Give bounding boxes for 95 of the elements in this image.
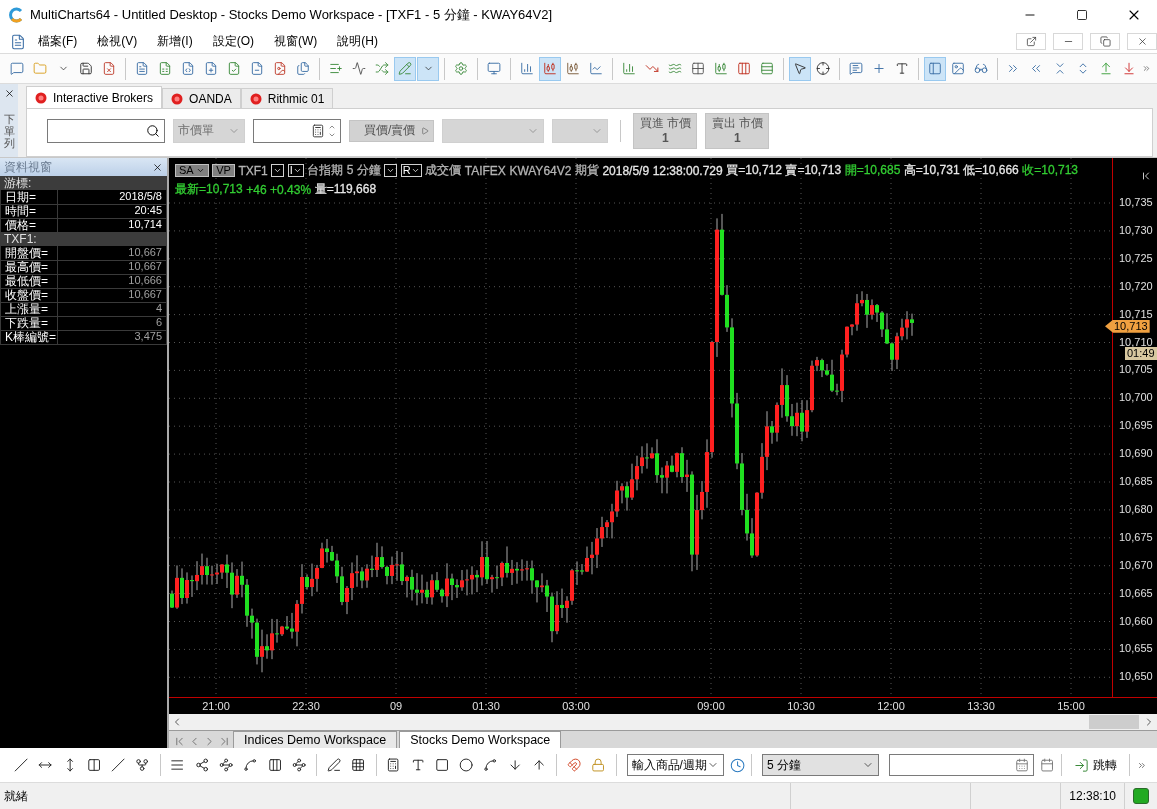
quote-text: 最新=10,713 <box>175 181 243 198</box>
field-label: 日期= <box>0 190 58 205</box>
chart-dropdown[interactable]: R <box>400 164 422 177</box>
quote-text: 台指期 <box>307 162 344 179</box>
price-label: 10,705 <box>1119 363 1153 376</box>
field-label: 最高價= <box>0 260 58 275</box>
broker-tab[interactable]: Rithmic 01 <box>240 88 334 108</box>
order-button[interactable]: 買進 市價 1 <box>633 112 698 149</box>
menu-item[interactable]: 視窗(W) <box>266 31 326 52</box>
section-header: TXF1: <box>0 232 167 246</box>
countdown-tag: 01:49 <box>1125 346 1157 360</box>
field-label: 開盤價= <box>0 246 58 261</box>
time-label: 13:30 <box>967 700 995 712</box>
quote-text: 5 分鐘 <box>346 162 381 179</box>
order-button[interactable]: 賣出 市價 1 <box>705 112 770 149</box>
quote-text: TAIFEX <box>464 163 506 178</box>
section-header: 游標: <box>0 176 167 190</box>
symbol-combo[interactable]: 輸入商品/週期 <box>626 754 724 776</box>
price-label: 10,685 <box>1119 475 1153 487</box>
menu-item[interactable]: 檔案(F) <box>30 31 86 52</box>
time-label: 09:00 <box>697 700 725 712</box>
interval-combo[interactable]: 5 分鐘 <box>761 754 879 776</box>
price-label: 10,725 <box>1119 251 1153 264</box>
quote-text: +46 <box>246 182 267 197</box>
window-title: MultiCharts64 - Untitled Desktop - Stocks Demo Workspace - [TXF1 - 5 分鐘 - KWAY64V2] <box>30 6 554 24</box>
field-value: 6 <box>58 316 167 331</box>
field-value: 2018/5/8 <box>58 190 167 205</box>
price-source-button[interactable]: 買價/賣價 <box>349 119 435 142</box>
price-label: 10,675 <box>1119 530 1153 543</box>
workspace-tab[interactable]: Stocks Demo Workspace <box>399 731 562 748</box>
status-time: 12:38:10 <box>1069 789 1116 803</box>
field-label: K棒編號= <box>0 330 58 345</box>
time-label: 03:00 <box>562 700 590 712</box>
menu-item[interactable]: 新增(I) <box>149 31 201 52</box>
price-label: 10,680 <box>1119 502 1153 515</box>
study-button[interactable]: VP <box>212 164 235 177</box>
field-value: 10,667 <box>58 260 167 275</box>
field-label: 收盤價= <box>0 288 58 303</box>
quote-text: 成交價 <box>425 162 462 179</box>
price-label: 10,710 <box>1119 335 1153 348</box>
quote-text: 期貨 <box>574 162 599 179</box>
menu-item[interactable]: 設定(O) <box>204 31 262 52</box>
price-label: 10,650 <box>1119 670 1153 683</box>
panel-title: 資料視窗 <box>4 158 52 176</box>
time-label: 22:30 <box>292 700 320 712</box>
time-label: 21:00 <box>202 700 230 712</box>
jump-button[interactable]: 跳轉 <box>1067 753 1123 777</box>
quote-text: +0.43% <box>270 182 312 197</box>
field-value: 10,667 <box>58 246 167 261</box>
field-label: 最低價= <box>0 274 58 289</box>
menu-item[interactable]: 說明(H) <box>329 31 386 52</box>
quote-text: 量=119,668 <box>314 181 377 198</box>
quote-text: KWAY64V2 <box>509 163 572 178</box>
quote-text: 賣=10,713 <box>785 162 842 179</box>
field-label: 時間= <box>0 204 58 219</box>
time-label: 09 <box>389 700 403 712</box>
price-label: 10,665 <box>1119 586 1153 599</box>
time-label: 10:30 <box>787 700 815 712</box>
quote-text: 2018/5/9 <box>602 163 650 178</box>
menu-item[interactable]: 檢視(V) <box>89 31 146 52</box>
time-label: 12:00 <box>877 700 905 712</box>
quote-text: 開=10,685 <box>844 162 901 179</box>
quote-text: 12:38:00.729 <box>652 163 723 178</box>
price-label: 10,670 <box>1119 558 1153 571</box>
study-button[interactable]: SA <box>175 164 209 177</box>
quote-text: 收=10,713 <box>1022 162 1078 179</box>
workspace-tab[interactable]: Indices Demo Workspace <box>233 731 398 748</box>
price-label: 10,715 <box>1119 307 1153 320</box>
price-label: 10,735 <box>1119 196 1153 208</box>
price-label: 10,695 <box>1119 419 1153 432</box>
quote-text: 低=10,666 <box>963 162 1019 179</box>
field-label: 上漲量= <box>0 302 58 317</box>
panel-label: 下單列 <box>3 113 15 150</box>
time-label: 15:00 <box>1057 700 1085 712</box>
quote-text: 高=10,731 <box>903 162 960 179</box>
field-value: 10,667 <box>58 288 167 303</box>
last-price-tag: 10,713 <box>1105 319 1150 333</box>
field-label: 下跌量= <box>0 316 58 331</box>
chart-dropdown[interactable]: I <box>287 164 304 177</box>
price-label: 10,655 <box>1119 642 1153 655</box>
quote-text: 買=10,712 <box>726 162 782 179</box>
price-label: 10,730 <box>1119 223 1153 236</box>
price-label: 10,690 <box>1119 447 1153 460</box>
field-value: 4 <box>58 302 167 317</box>
time-label: 01:30 <box>472 700 500 712</box>
field-value: 20:45 <box>58 204 167 219</box>
broker-tab[interactable]: OANDA <box>162 88 241 108</box>
field-value: 10,666 <box>58 274 167 289</box>
price-label: 10,660 <box>1119 614 1153 627</box>
field-value: 3,475 <box>58 330 167 345</box>
status-text: 就緒 <box>4 787 29 805</box>
price-label: 10,720 <box>1119 279 1153 292</box>
broker-tab[interactable]: Interactive Brokers <box>26 86 163 108</box>
quote-text: TXF1 <box>238 163 268 178</box>
price-label: 10,700 <box>1119 391 1153 404</box>
